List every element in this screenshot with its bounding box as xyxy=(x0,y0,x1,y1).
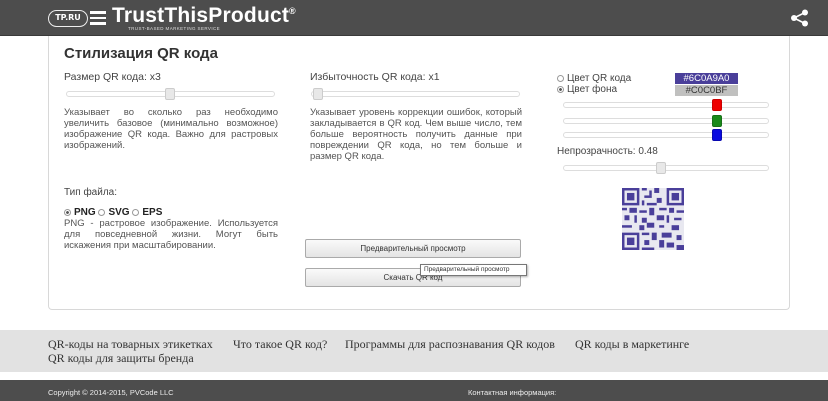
blue-slider-handle[interactable] xyxy=(712,129,722,141)
link-qr-labels[interactable]: QR-коды на товарных этикетках xyxy=(48,337,213,352)
filetype-description: PNG - растровое изображение. Используетс… xyxy=(64,218,278,251)
green-channel-slider[interactable] xyxy=(563,115,769,127)
size-label: Размер QR кода: x3 xyxy=(64,71,161,83)
color-option-qr-label: Цвет QR кода xyxy=(567,73,632,84)
filetype-option-eps[interactable]: EPS xyxy=(132,207,162,218)
filetype-eps-label: EPS xyxy=(142,207,163,218)
filetype-svg-label: SVG xyxy=(108,207,130,218)
footer-contacts: Контактная информация: xyxy=(468,388,557,397)
footer: Copyright © 2014-2015, PVCode LLC Контак… xyxy=(0,380,828,401)
footer-copyright: Copyright © 2014-2015, PVCode LLC xyxy=(48,388,174,397)
page-title: Стилизация QR кода xyxy=(64,45,218,62)
radio-svg[interactable] xyxy=(98,209,106,216)
filetype-option-svg[interactable]: SVG xyxy=(98,207,130,218)
redundancy-description: Указывает уровень коррекции ошибок, кото… xyxy=(310,107,522,162)
logo-badge[interactable]: TP.RU xyxy=(48,10,88,27)
top-bar: TP.RU TrustThisProduct® TRUST-BASED MARK… xyxy=(0,0,828,36)
redundancy-slider[interactable] xyxy=(311,88,520,100)
qr-color-swatch[interactable]: #6C0A9A0 xyxy=(675,73,738,84)
radio-eps[interactable] xyxy=(132,209,140,216)
redundancy-label: Избыточность QR кода: x1 xyxy=(310,71,440,83)
opacity-slider-handle[interactable] xyxy=(656,162,666,174)
color-option-bg-label: Цвет фона xyxy=(567,84,618,95)
size-description: Указывает во сколько раз необходимо увел… xyxy=(64,107,278,151)
link-qr-marketing[interactable]: QR коды в маркетинге xyxy=(575,337,689,352)
filetype-option-png[interactable]: PNG xyxy=(64,207,96,218)
radio-color-bg[interactable] xyxy=(557,86,564,93)
bg-color-swatch[interactable]: #C0C0BF xyxy=(675,85,738,96)
opacity-label: Непрозрачность: 0.48 xyxy=(557,146,658,157)
red-slider-handle[interactable] xyxy=(712,99,722,111)
share-icon[interactable] xyxy=(790,9,810,27)
filetype-label: Тип файла: xyxy=(64,187,117,198)
filetype-png-label: PNG xyxy=(74,207,96,218)
opacity-slider[interactable] xyxy=(563,162,769,174)
brand-mark: ® xyxy=(289,6,296,16)
size-slider[interactable] xyxy=(66,88,275,100)
link-qr-brand-protection[interactable]: QR коды для защиты бренда xyxy=(48,351,194,366)
qr-code-preview xyxy=(622,188,684,250)
brand-tagline: TRUST-BASED MARKETING SERVICE xyxy=(128,26,221,31)
preview-tooltip: Предварительный просмотр xyxy=(420,264,527,276)
blue-channel-slider[interactable] xyxy=(563,129,769,141)
redundancy-slider-handle[interactable] xyxy=(313,88,323,100)
brand-name: TrustThisProduct xyxy=(112,4,290,27)
size-slider-handle[interactable] xyxy=(165,88,175,100)
radio-png[interactable] xyxy=(64,209,71,216)
red-channel-slider[interactable] xyxy=(563,99,769,111)
green-slider-handle[interactable] xyxy=(712,115,722,127)
color-option-qr[interactable]: Цвет QR кода xyxy=(557,73,631,84)
brand-logo[interactable]: TrustThisProduct® xyxy=(112,4,296,28)
preview-button[interactable]: Предварительный просмотр xyxy=(305,239,521,258)
color-option-bg[interactable]: Цвет фона xyxy=(557,84,617,95)
link-what-is-qr[interactable]: Что такое QR код? xyxy=(233,337,327,352)
link-qr-readers[interactable]: Программы для распознавания QR кодов xyxy=(345,337,555,352)
radio-color-qr[interactable] xyxy=(557,75,564,82)
menu-icon[interactable] xyxy=(90,11,106,25)
filetype-options: PNG SVG EPS xyxy=(64,207,162,218)
